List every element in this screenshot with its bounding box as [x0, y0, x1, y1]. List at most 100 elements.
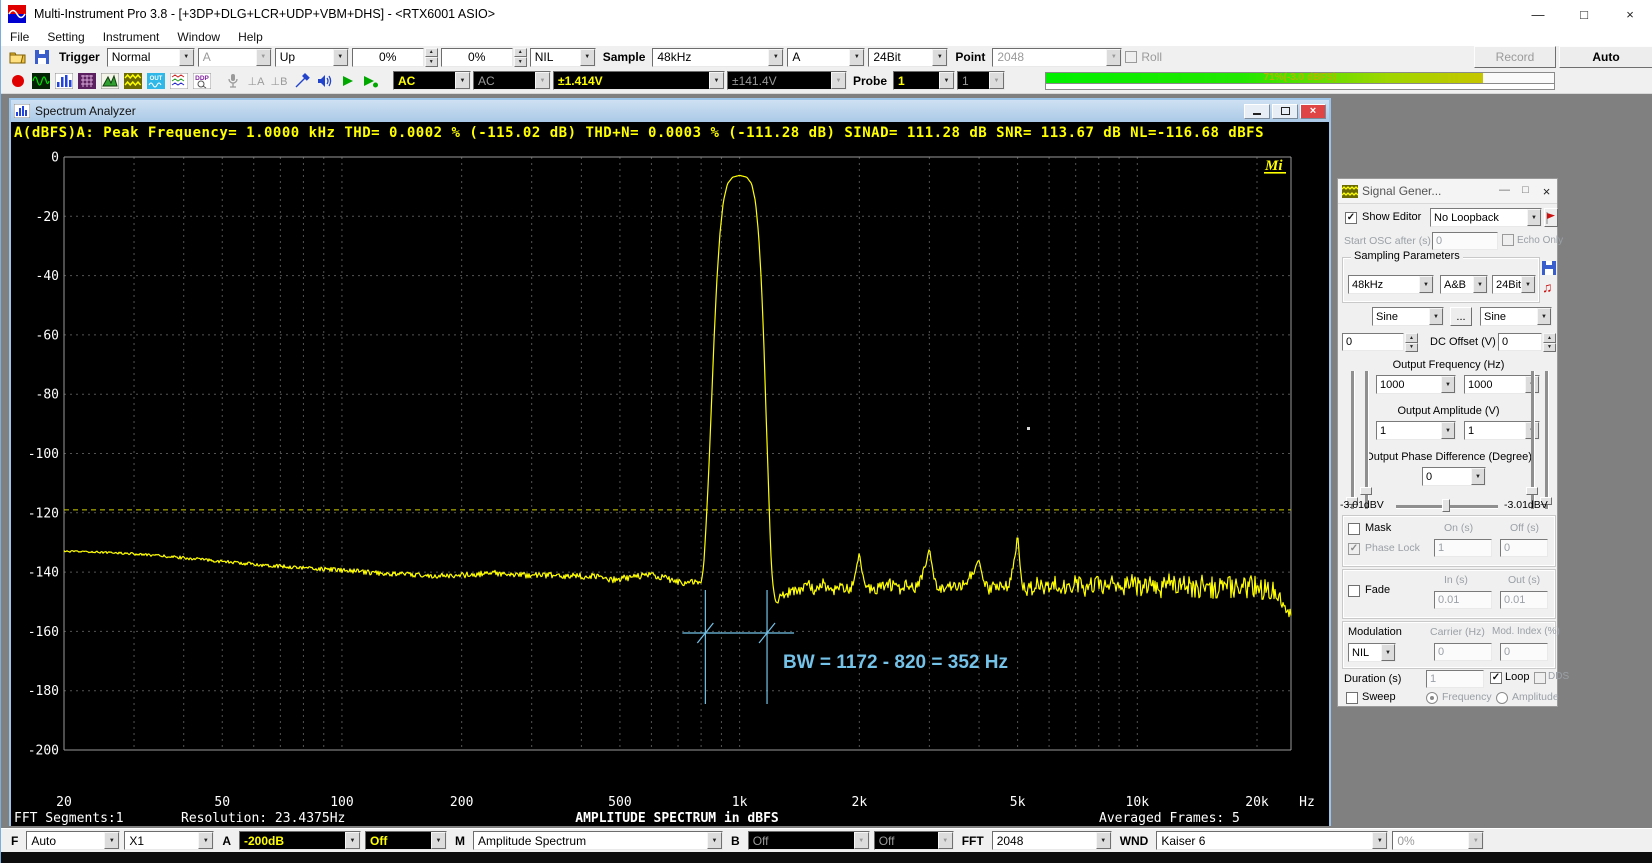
record-button[interactable]: Record	[1474, 46, 1556, 68]
mask-off-input[interactable]: 0	[1500, 539, 1548, 557]
sampling-rate-combo[interactable]: 48kHz▼	[652, 48, 784, 67]
fade-in-input[interactable]: 0.01	[1434, 591, 1492, 609]
dds-checkbox[interactable]	[1534, 672, 1546, 684]
chevron-down-icon[interactable]: ▼	[256, 49, 271, 66]
sweep-frequency-radio[interactable]	[1426, 692, 1438, 704]
chevron-down-icon[interactable]: ▼	[1096, 832, 1111, 849]
sg-notes-icon[interactable]: ♫	[1542, 279, 1553, 295]
speaker-icon[interactable]	[314, 71, 335, 90]
open-folder-icon[interactable]	[7, 48, 28, 67]
chevron-down-icon[interactable]: ▼	[1372, 832, 1387, 849]
microphone-icon[interactable]	[222, 71, 243, 90]
balance-slider-handle[interactable]	[1442, 499, 1450, 512]
trigger-level-spinner-value[interactable]: 0%	[352, 48, 424, 67]
sweep-checkbox[interactable]	[1346, 692, 1358, 704]
channel-a-range-combo[interactable]: -200dB▼	[239, 831, 361, 850]
sg-minimize-button[interactable]: —	[1494, 184, 1515, 199]
amplitude-b-combo[interactable]: 1▼	[1464, 421, 1540, 440]
echo-only-checkbox[interactable]	[1502, 234, 1514, 246]
chevron-down-icon[interactable]: ▼	[198, 832, 213, 849]
chevron-down-icon[interactable]: ▼	[431, 832, 446, 849]
show-editor-checkbox[interactable]	[1345, 212, 1357, 224]
spectrum-restore-button[interactable]	[1272, 104, 1298, 119]
auto-button[interactable]: Auto	[1559, 46, 1652, 68]
loop-checkbox[interactable]	[1490, 672, 1502, 684]
dc-offset-b-spinner[interactable]: ▲▼	[1543, 333, 1556, 352]
spectrum-3d-plot-icon[interactable]	[99, 71, 120, 90]
save-icon[interactable]	[31, 48, 52, 67]
channel-a-option-combo[interactable]: Off▼	[365, 831, 447, 850]
chevron-down-icon[interactable]: ▼	[1521, 276, 1535, 293]
waveform-more-button[interactable]: ...	[1450, 307, 1472, 326]
trigger-mode-combo[interactable]: Normal▼	[107, 48, 195, 67]
duration-input[interactable]: 1	[1426, 670, 1484, 688]
frequency-a-combo[interactable]: 1000▼	[1376, 375, 1456, 394]
waveform-b-combo[interactable]: Sine▼	[1480, 307, 1552, 326]
frequency-axis-combo[interactable]: Auto▼	[26, 831, 120, 850]
probe-b-combo[interactable]: 1▼	[957, 71, 1005, 90]
device-test-plan-icon[interactable]: OUT	[145, 71, 166, 90]
display-mode-combo[interactable]: Amplitude Spectrum▼	[473, 831, 723, 850]
channel-b-range-combo[interactable]: Off▼	[748, 831, 870, 850]
start-osc-input[interactable]: 0	[1432, 232, 1498, 250]
mask-on-input[interactable]: 1	[1434, 539, 1492, 557]
chevron-down-icon[interactable]: ▼	[1537, 308, 1551, 325]
chevron-down-icon[interactable]: ▼	[849, 49, 864, 66]
amplitude-a-coarse-slider[interactable]	[1351, 371, 1355, 509]
chevron-down-icon[interactable]: ▼	[1441, 422, 1455, 439]
spin-down-icon[interactable]: ▼	[425, 57, 438, 67]
trigger-source-combo[interactable]: A▼	[198, 48, 272, 67]
menu-item-window[interactable]: Window	[168, 30, 229, 44]
range-a-combo[interactable]: ±1.414V▼	[553, 71, 725, 90]
dc-offset-b-input[interactable]: 0	[1498, 333, 1542, 351]
window-function-combo[interactable]: Kaiser 6▼	[1156, 831, 1388, 850]
mask-checkbox[interactable]	[1348, 523, 1360, 535]
chevron-down-icon[interactable]: ▼	[1468, 832, 1483, 849]
loopback-combo[interactable]: No Loopback▼	[1430, 208, 1542, 227]
spectrum-minimize-button[interactable]	[1244, 104, 1270, 119]
chevron-down-icon[interactable]: ▼	[333, 49, 348, 66]
chevron-down-icon[interactable]: ▼	[938, 832, 953, 849]
coupling-b-combo[interactable]: AC▼	[473, 71, 551, 90]
menu-item-setting[interactable]: Setting	[38, 30, 93, 44]
roll-checkbox[interactable]: Roll	[1125, 50, 1162, 64]
coupling-a-combo[interactable]: AC▼	[393, 71, 471, 90]
menu-item-instrument[interactable]: Instrument	[94, 30, 169, 44]
minimize-button[interactable]: —	[1515, 0, 1561, 28]
fade-checkbox[interactable]	[1348, 585, 1360, 597]
spin-up-icon[interactable]: ▲	[425, 48, 438, 58]
menu-item-file[interactable]: File	[1, 30, 38, 44]
maximize-button[interactable]: □	[1561, 0, 1607, 28]
spectrum-plot[interactable]: 0-20-40-60-80-100-120-140-160-180-200205…	[11, 144, 1329, 826]
signal-generator-icon[interactable]	[122, 71, 143, 90]
signal-generator-titlebar[interactable]: Signal Gener... — □ ×	[1338, 179, 1557, 204]
chevron-down-icon[interactable]: ▼	[580, 49, 595, 66]
modulation-combo[interactable]: NIL▼	[1348, 643, 1396, 662]
waveform-a-combo[interactable]: Sine▼	[1372, 307, 1444, 326]
play-icon[interactable]	[337, 71, 358, 90]
chevron-down-icon[interactable]: ▼	[1441, 376, 1455, 393]
dc-offset-a-spinner[interactable]: ▲▼	[1405, 333, 1418, 352]
chevron-down-icon[interactable]: ▼	[1473, 276, 1487, 293]
trigger-edge-combo[interactable]: Up▼	[275, 48, 349, 67]
bit-depth-combo[interactable]: 24Bit▼	[868, 48, 948, 67]
marker-a-icon[interactable]: ⊥A	[245, 71, 266, 90]
overlap-combo[interactable]: 0%▼	[1392, 831, 1484, 850]
chevron-down-icon[interactable]: ▼	[1106, 49, 1121, 66]
sweep-amplitude-radio[interactable]	[1496, 692, 1508, 704]
fft-size-combo[interactable]: 2048▼	[992, 831, 1112, 850]
probe-icon[interactable]	[291, 71, 312, 90]
chevron-down-icon[interactable]: ▼	[1381, 644, 1395, 661]
menu-item-help[interactable]: Help	[229, 30, 272, 44]
sg-bits-combo[interactable]: 24Bit▼	[1492, 275, 1536, 294]
chevron-down-icon[interactable]: ▼	[939, 72, 954, 89]
probe-a-combo[interactable]: 1▼	[893, 71, 955, 90]
run-generator-button[interactable]	[1544, 208, 1558, 227]
mod-index-input[interactable]: 0	[1500, 643, 1548, 661]
x-scale-combo[interactable]: X1▼	[124, 831, 214, 850]
chevron-down-icon[interactable]: ▼	[104, 832, 119, 849]
sg-channels-combo[interactable]: A&B▼	[1440, 275, 1488, 294]
record-length-combo[interactable]: 2048▼	[992, 48, 1122, 67]
amplitude-a-combo[interactable]: 1▼	[1376, 421, 1456, 440]
multimeter-icon[interactable]	[76, 71, 97, 90]
